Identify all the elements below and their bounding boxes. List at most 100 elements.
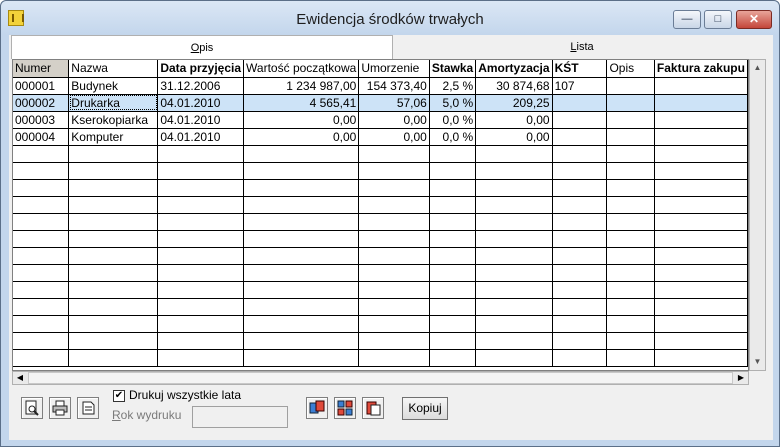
cell-opis[interactable] — [606, 332, 655, 350]
cell-data[interactable] — [157, 179, 245, 197]
cell-numer[interactable] — [13, 230, 70, 248]
cell-stawka[interactable] — [429, 332, 477, 350]
vertical-scrollbar[interactable]: ▲ ▼ — [749, 59, 766, 371]
cell-nazwa[interactable] — [68, 349, 159, 367]
cell-faktura[interactable] — [654, 315, 748, 333]
cell-stawka[interactable] — [429, 247, 477, 265]
cell-kst[interactable] — [552, 315, 608, 333]
cell-umorzenie[interactable]: 57,06 — [358, 94, 430, 112]
cell-nazwa[interactable]: Komputer — [68, 128, 159, 146]
cell-wartosc[interactable] — [243, 179, 360, 197]
cell-kst[interactable] — [552, 247, 608, 265]
cell-kst[interactable] — [552, 128, 608, 146]
cell-numer[interactable] — [13, 315, 70, 333]
cell-nazwa[interactable] — [68, 145, 159, 163]
cell-opis[interactable] — [606, 128, 655, 146]
cell-data[interactable]: 04.01.2010 — [157, 94, 245, 112]
close-button[interactable]: ✕ — [736, 10, 772, 29]
paste-button[interactable] — [362, 397, 384, 419]
copy-docs-button[interactable] — [306, 397, 328, 419]
cell-amortyzacja[interactable]: 0,00 — [475, 128, 553, 146]
table-row[interactable] — [13, 179, 748, 197]
table-row[interactable] — [13, 196, 748, 214]
export-button[interactable] — [77, 397, 99, 419]
cell-faktura[interactable] — [654, 247, 748, 265]
scroll-up-arrow-icon[interactable]: ▲ — [750, 60, 765, 76]
cell-amortyzacja[interactable] — [475, 247, 553, 265]
table-row[interactable]: 000003 Kserokopiarka 04.01.2010 0,00 0,00 0,0… — [13, 111, 748, 129]
cell-data[interactable] — [157, 281, 245, 299]
transfer-button[interactable] — [334, 397, 356, 419]
cell-numer[interactable]: 000004 — [13, 128, 70, 146]
cell-nazwa[interactable]: Kserokopiarka — [68, 111, 159, 129]
cell-kst[interactable] — [552, 230, 608, 248]
cell-amortyzacja[interactable] — [475, 230, 553, 248]
cell-nazwa[interactable] — [68, 315, 159, 333]
cell-stawka[interactable]: 0,0 % — [429, 111, 477, 129]
cell-kst[interactable] — [552, 298, 608, 316]
table-row[interactable] — [13, 230, 748, 248]
cell-faktura[interactable] — [654, 332, 748, 350]
cell-wartosc[interactable] — [243, 264, 360, 282]
cell-wartosc[interactable] — [243, 281, 360, 299]
cell-opis[interactable] — [606, 281, 655, 299]
cell-numer[interactable]: 000003 — [13, 111, 70, 129]
cell-kst[interactable] — [552, 213, 608, 231]
cell-data[interactable] — [157, 332, 245, 350]
cell-opis[interactable] — [606, 179, 655, 197]
cell-amortyzacja[interactable] — [475, 145, 553, 163]
cell-wartosc[interactable] — [243, 332, 360, 350]
cell-opis[interactable] — [606, 298, 655, 316]
cell-stawka[interactable] — [429, 281, 477, 299]
cell-umorzenie[interactable] — [358, 213, 430, 231]
tab-opis[interactable]: Opis — [11, 35, 393, 59]
horizontal-scrollbar[interactable]: ◀ ▶ — [12, 371, 749, 385]
cell-umorzenie[interactable] — [358, 281, 430, 299]
col-header-faktura[interactable]: Faktura zakupu — [654, 60, 748, 78]
year-input[interactable] — [192, 406, 288, 428]
horizontal-scroll-thumb[interactable] — [28, 372, 733, 384]
cell-data[interactable] — [157, 349, 245, 367]
cell-wartosc[interactable] — [243, 162, 360, 180]
cell-umorzenie[interactable] — [358, 179, 430, 197]
cell-opis[interactable] — [606, 230, 655, 248]
cell-amortyzacja[interactable] — [475, 332, 553, 350]
table-row[interactable] — [13, 264, 748, 282]
cell-faktura[interactable] — [654, 94, 748, 112]
print-all-years-checkbox[interactable]: ✔ — [113, 390, 125, 402]
cell-nazwa[interactable] — [68, 298, 159, 316]
cell-opis[interactable] — [606, 315, 655, 333]
cell-data[interactable] — [157, 298, 245, 316]
cell-numer[interactable] — [13, 196, 70, 214]
cell-nazwa[interactable]: Drukarka — [68, 94, 159, 112]
cell-numer[interactable] — [13, 247, 70, 265]
cell-nazwa[interactable] — [68, 247, 159, 265]
cell-umorzenie[interactable] — [358, 247, 430, 265]
cell-stawka[interactable] — [429, 213, 477, 231]
cell-nazwa[interactable] — [68, 196, 159, 214]
cell-numer[interactable] — [13, 145, 70, 163]
cell-wartosc[interactable] — [243, 196, 360, 214]
cell-kst[interactable] — [552, 145, 608, 163]
cell-faktura[interactable] — [654, 298, 748, 316]
table-row[interactable] — [13, 281, 748, 299]
cell-amortyzacja[interactable] — [475, 281, 553, 299]
copy-button[interactable]: Kopiuj — [402, 397, 448, 420]
cell-data[interactable] — [157, 264, 245, 282]
cell-numer[interactable] — [13, 281, 70, 299]
cell-wartosc[interactable] — [243, 213, 360, 231]
cell-numer[interactable] — [13, 264, 70, 282]
cell-kst[interactable] — [552, 162, 608, 180]
cell-amortyzacja[interactable] — [475, 162, 553, 180]
cell-wartosc[interactable] — [243, 298, 360, 316]
cell-kst[interactable] — [552, 264, 608, 282]
cell-nazwa[interactable] — [68, 162, 159, 180]
cell-amortyzacja[interactable] — [475, 213, 553, 231]
cell-amortyzacja[interactable]: 209,25 — [475, 94, 553, 112]
col-header-stawka[interactable]: Stawka — [429, 60, 477, 78]
cell-numer[interactable] — [13, 332, 70, 350]
cell-umorzenie[interactable] — [358, 264, 430, 282]
cell-stawka[interactable]: 0,0 % — [429, 128, 477, 146]
assets-grid[interactable]: Numer Nazwa Data przyjęcia Wartość począ… — [12, 59, 749, 371]
cell-kst[interactable] — [552, 196, 608, 214]
